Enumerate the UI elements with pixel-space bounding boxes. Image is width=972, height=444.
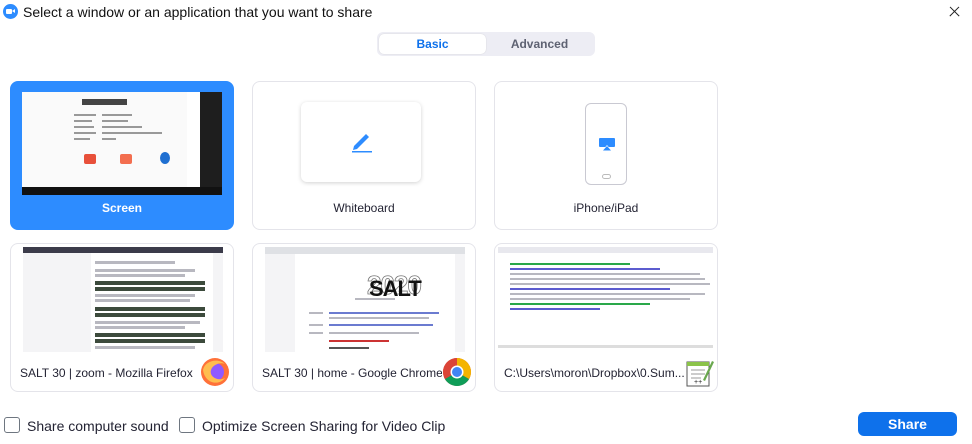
tile-firefox-label: SALT 30 | zoom - Mozilla Firefox (20, 366, 193, 380)
share-mode-tabs: Basic Advanced (377, 32, 595, 56)
firefox-icon (201, 358, 229, 386)
tile-screen[interactable]: Screen (10, 81, 234, 230)
chrome-icon (443, 358, 471, 386)
title-bar: Select a window or an application that y… (0, 0, 972, 24)
pencil-icon (352, 134, 372, 153)
screen-thumbnail (22, 92, 222, 195)
close-button[interactable] (942, 0, 966, 24)
share-sound-checkbox[interactable] (4, 417, 20, 433)
tile-iphone-label: iPhone/iPad (573, 201, 639, 215)
zoom-app-icon (3, 4, 18, 19)
share-sound-label[interactable]: Share computer sound (27, 418, 169, 434)
airplay-icon (599, 138, 615, 151)
tile-chrome-window[interactable]: 2020 SALT SALT 30 | home - Google Chrome (252, 243, 476, 392)
whiteboard-card (301, 102, 421, 182)
notepad-plus-plus-icon: ++ (686, 361, 714, 387)
tile-whiteboard-label: Whiteboard (333, 201, 395, 215)
window-title: Select a window or an application that y… (23, 4, 373, 20)
tile-notepad-label: C:\Users\moron\Dropbox\0.Sum... (504, 366, 685, 380)
tile-screen-label: Screen (101, 201, 143, 215)
phone-outline (585, 103, 627, 185)
optimize-video-label[interactable]: Optimize Screen Sharing for Video Clip (202, 418, 445, 434)
share-button[interactable]: Share (858, 412, 957, 436)
tile-notepad-window[interactable]: C:\Users\moron\Dropbox\0.Sum... ++ (494, 243, 718, 392)
notepad-window-thumbnail (498, 247, 713, 352)
tab-advanced[interactable]: Advanced (486, 34, 593, 54)
tile-chrome-label: SALT 30 | home - Google Chrome (262, 366, 442, 380)
chrome-window-thumbnail: 2020 SALT (265, 247, 465, 352)
tile-firefox-window[interactable]: SALT 30 | zoom - Mozilla Firefox (10, 243, 234, 392)
optimize-video-checkbox[interactable] (179, 417, 195, 433)
tab-basic[interactable]: Basic (379, 34, 486, 54)
tile-iphone-ipad[interactable]: iPhone/iPad (494, 81, 718, 230)
svg-text:++: ++ (694, 379, 702, 386)
tile-whiteboard[interactable]: Whiteboard (252, 81, 476, 230)
firefox-window-thumbnail (23, 247, 223, 352)
